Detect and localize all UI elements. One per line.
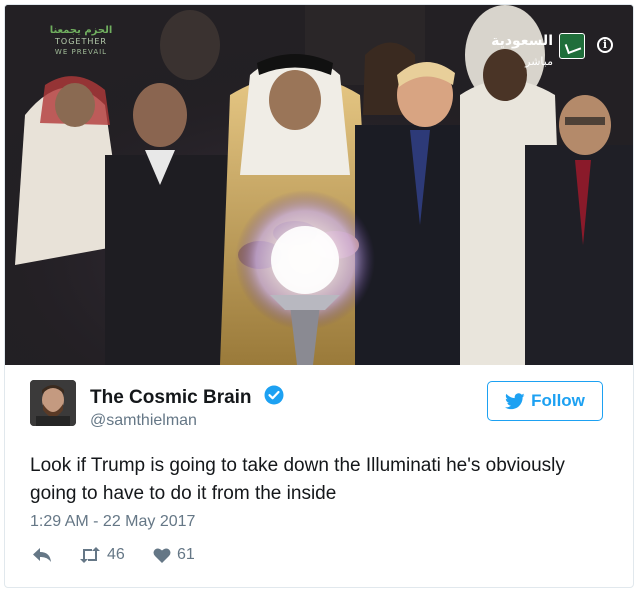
reply-button[interactable] <box>32 546 52 564</box>
author-handle[interactable]: @samthielman <box>90 412 197 430</box>
avatar[interactable] <box>30 380 76 426</box>
like-count: 61 <box>177 546 195 563</box>
channel-live-label: مباشر <box>525 55 553 68</box>
channel-name: السعودية <box>491 33 553 49</box>
banner-english-text-2: WE PREVAIL <box>54 48 108 56</box>
author-name[interactable]: The Cosmic Brain <box>90 387 252 409</box>
like-button[interactable]: 61 <box>153 546 195 564</box>
verified-badge-icon <box>264 385 284 405</box>
follow-button-label: Follow <box>531 391 585 410</box>
info-icon[interactable]: i <box>597 37 613 53</box>
banner-arabic-text: الحزم يجمعنا <box>49 25 113 36</box>
retweet-count: 46 <box>107 546 125 563</box>
banner-english-text-1: TOGETHER <box>55 37 107 46</box>
channel-emblem-icon <box>559 33 585 59</box>
tweet-text: Look if Trump is going to take down the … <box>30 455 565 504</box>
twitter-bird-icon <box>505 392 525 409</box>
channel-logo: السعودية مباشر <box>491 33 585 81</box>
heart-icon <box>153 547 171 563</box>
avatar-image <box>30 380 76 426</box>
event-banner-logo: الحزم يجمعنا TOGETHER WE PREVAIL <box>35 25 127 81</box>
reply-icon <box>33 548 51 562</box>
retweet-icon <box>80 547 100 563</box>
tweet-timestamp[interactable]: 1:29 AM - 22 May 2017 <box>30 513 195 531</box>
tweet-card: الحزم يجمعنا TOGETHER WE PREVAIL السعودي… <box>4 4 634 588</box>
tweet-photo[interactable]: الحزم يجمعنا TOGETHER WE PREVAIL السعودي… <box>5 5 633 365</box>
retweet-button[interactable]: 46 <box>79 546 125 564</box>
follow-button[interactable]: Follow <box>487 381 603 421</box>
